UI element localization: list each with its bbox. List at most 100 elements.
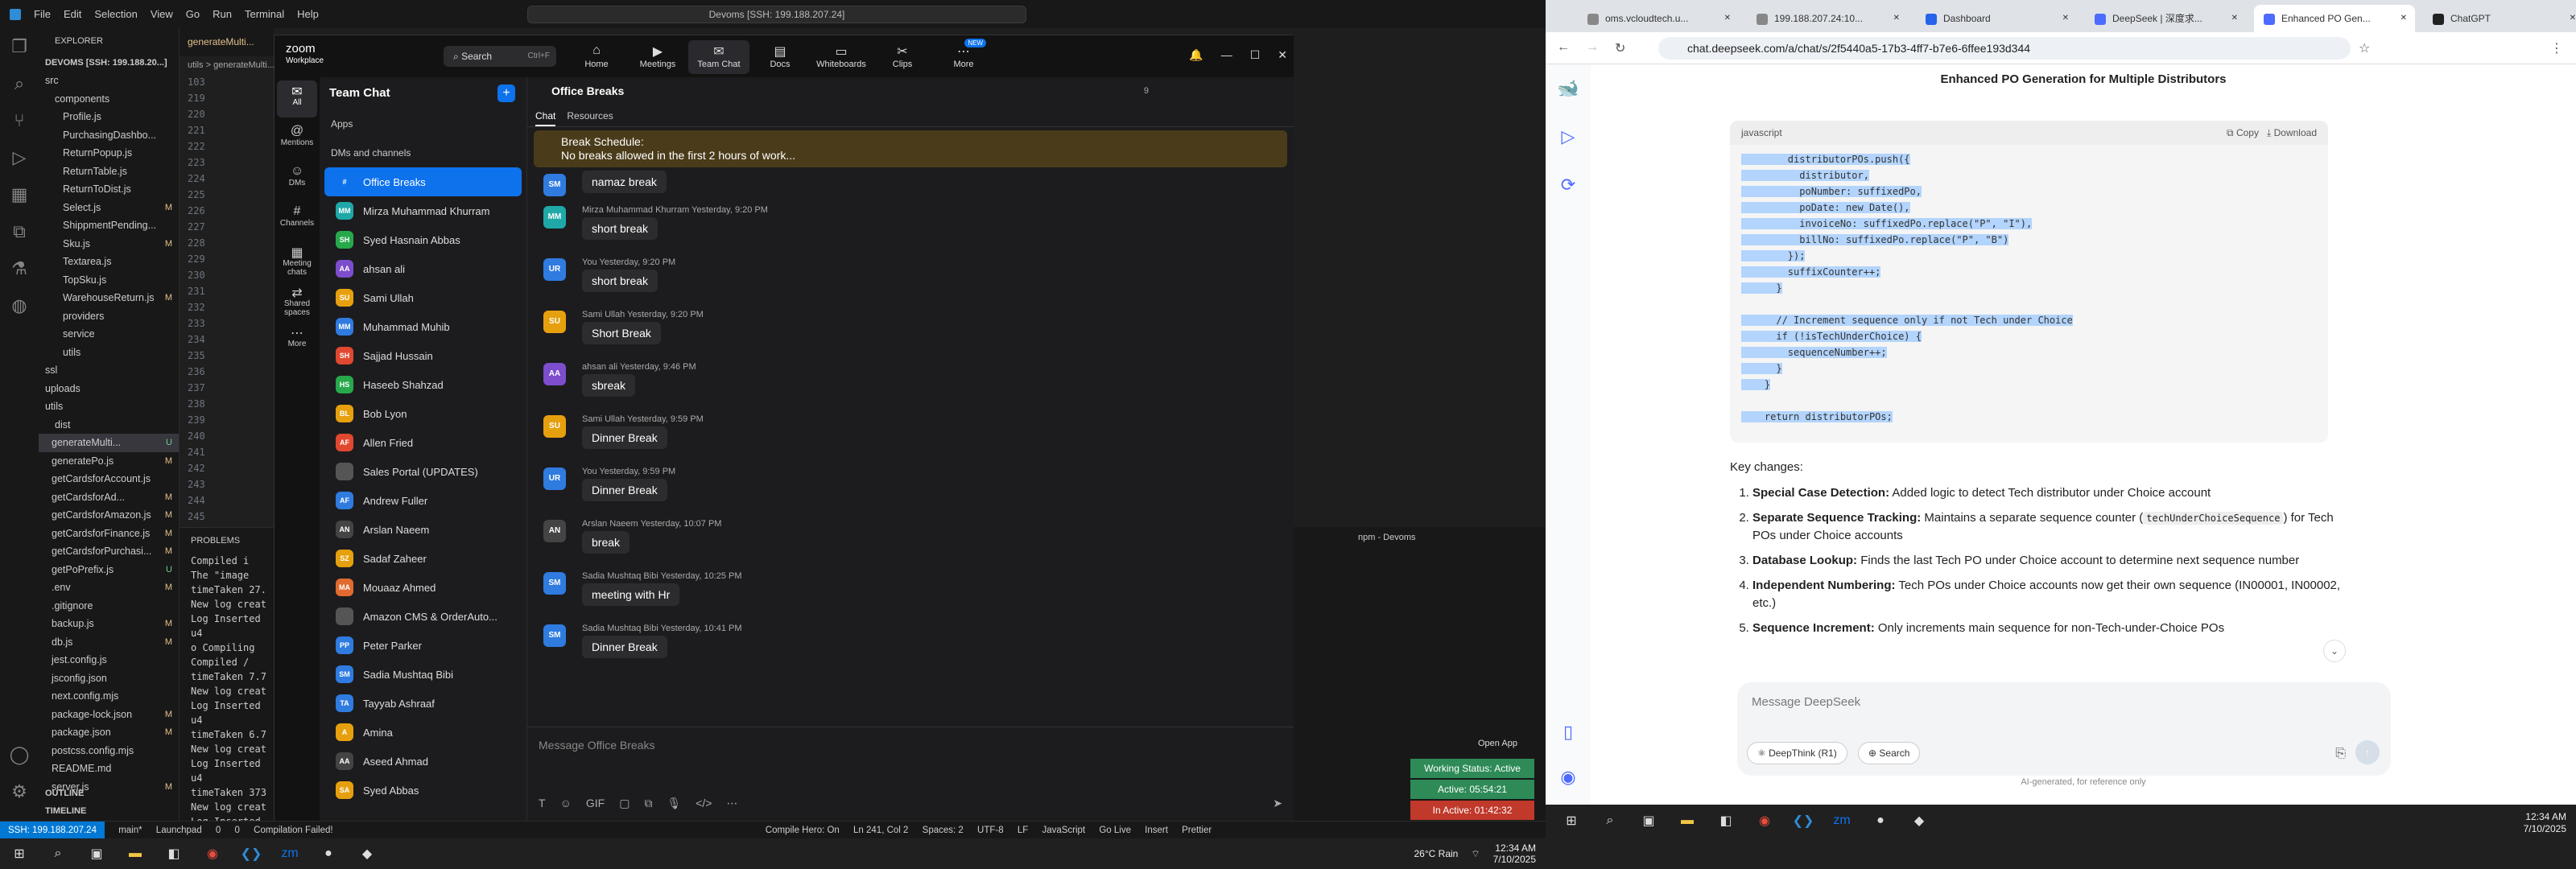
files-icon[interactable]: ❐ (0, 28, 39, 65)
dms-channels-section[interactable]: DMs and channels (320, 138, 526, 167)
contact-item[interactable]: SM Sadia Mushtaq Bibi (324, 660, 522, 689)
open-sidebar-icon[interactable]: ▷ (1546, 113, 1591, 161)
file-tree-item[interactable]: providers (39, 307, 179, 326)
avatar[interactable]: SM (543, 624, 566, 647)
file-tree-item[interactable]: ShippmentPending... (39, 216, 179, 235)
message-bubble[interactable]: sbreak (582, 374, 636, 397)
menu-item-terminal[interactable]: Terminal (245, 8, 284, 20)
clock[interactable]: 12:34 AM 7/10/2025 (1493, 842, 1536, 865)
indentation[interactable]: Spaces: 2 (923, 826, 964, 835)
contact-item[interactable]: Amazon CMS & OrderAuto... (324, 602, 522, 631)
avatar[interactable]: SU (543, 311, 566, 333)
go-live[interactable]: Go Live (1099, 826, 1131, 835)
store-icon[interactable]: ◧ (1710, 808, 1742, 834)
testing-icon[interactable]: ⚗ (0, 250, 39, 287)
warning-count[interactable]: 0 (235, 826, 240, 835)
outline-section[interactable]: OUTLINE (39, 789, 84, 798)
menu-item-view[interactable]: View (151, 8, 173, 20)
launchpad[interactable]: Launchpad (156, 826, 202, 835)
more-icon[interactable]: ⋯ (726, 797, 737, 810)
bookmark-star-icon[interactable]: ☆ (2359, 40, 2370, 56)
gif-icon[interactable]: GIF (586, 797, 605, 810)
format-icon[interactable]: T (539, 797, 546, 810)
rail-dms[interactable]: ☺ DMs (277, 161, 317, 198)
nav-meetings[interactable]: ▶ Meetings (627, 40, 688, 74)
compile-hero[interactable]: Compile Hero: On (766, 826, 840, 835)
nav-clips[interactable]: ✂ Clips (872, 40, 933, 74)
file-tree-item[interactable]: utils (39, 344, 179, 362)
apps-section[interactable]: Apps (320, 109, 526, 138)
vscode-icon[interactable]: ❮❯ (1787, 808, 1819, 834)
menu-item-go[interactable]: Go (186, 8, 200, 20)
rail-shared-spaces[interactable]: ⇄ Shared spaces (277, 282, 317, 319)
file-tree-item[interactable]: .gitignore (39, 597, 179, 616)
file-tree-item[interactable]: components (39, 90, 179, 109)
back-icon[interactable]: ← (1557, 40, 1570, 55)
send-button[interactable]: ↑ (2355, 740, 2380, 764)
search-icon[interactable]: ⌕ (0, 65, 39, 102)
app-icon[interactable]: ● (1864, 808, 1897, 834)
sender-name[interactable]: Sami Ullah (582, 414, 625, 424)
file-tree-item[interactable]: getCardsforAccount.js (39, 470, 179, 488)
chrome-icon[interactable]: ◉ (1748, 808, 1781, 834)
zoom-search-input[interactable]: ⌕ Search Ctrl+F (444, 46, 556, 67)
file-tree-item[interactable]: uploads (39, 380, 179, 398)
weather[interactable]: 26°C Rain (1414, 848, 1459, 859)
rail-more[interactable]: ⋯ More (277, 322, 317, 359)
file-explorer-icon[interactable]: ▬ (1671, 808, 1703, 834)
nav-docs[interactable]: ▤ Docs (749, 40, 811, 74)
rail-all[interactable]: ✉ All (277, 80, 317, 117)
file-tree-item[interactable]: Sku.js M (39, 235, 179, 253)
file-tree-item[interactable]: getCardsforAd... M (39, 488, 179, 507)
command-center[interactable]: Devoms [SSH: 199.188.207.24] (527, 6, 1026, 23)
file-tree-item[interactable]: package-lock.json M (39, 706, 179, 724)
file-tree-item[interactable]: WarehouseReturn.js M (39, 289, 179, 307)
file-tree-item[interactable]: ReturnTable.js (39, 163, 179, 181)
rail-mentions[interactable]: @ Mentions (277, 121, 317, 158)
timeline-section[interactable]: TIMELINE (39, 806, 86, 816)
chrome-menu-icon[interactable]: ⋮ (2550, 40, 2563, 56)
nav-home[interactable]: ⌂ Home (566, 40, 627, 74)
avatar[interactable]: AN (543, 520, 566, 542)
app2-icon[interactable]: ◆ (1903, 808, 1935, 834)
file-tree-item[interactable]: README.md (39, 760, 179, 778)
browser-tab[interactable]: ChatGPT ✕ (2423, 5, 2576, 32)
file-tree-item[interactable]: jsconfig.json (39, 669, 179, 688)
tab-close-icon[interactable]: ✕ (1893, 5, 1900, 32)
file-tree-item[interactable]: getCardsforPurchasi... M (39, 542, 179, 561)
contact-item[interactable]: TA Tayyab Ashraaf (324, 689, 522, 718)
file-tree-item[interactable]: ssl (39, 361, 179, 380)
tab-chat[interactable]: Chat (535, 105, 556, 126)
sender-name[interactable]: Mirza Muhammad Khurram (582, 205, 689, 215)
contact-item[interactable]: PP Peter Parker (324, 631, 522, 660)
error-count[interactable]: 0 (216, 826, 221, 835)
mobile-app-icon[interactable]: ▯ (1546, 708, 1591, 756)
compile-status[interactable]: Compilation Failed! (254, 826, 332, 835)
screenshot-icon[interactable]: ⧉ (644, 797, 652, 810)
message-input[interactable]: Message Office Breaks (527, 727, 1294, 763)
editor-tab[interactable]: generateMulti... (180, 28, 274, 56)
zoom-icon[interactable]: zm (274, 841, 306, 867)
contact-item[interactable]: MM Mirza Muhammad Khurram (324, 196, 522, 225)
clock[interactable]: 12:34 AM 7/10/2025 (2524, 811, 2566, 835)
file-tree-item[interactable]: .env M (39, 579, 179, 597)
file-tree-item[interactable]: service (39, 325, 179, 344)
run-debug-icon[interactable]: ▷ (0, 139, 39, 176)
start-icon[interactable]: ⊞ (1555, 808, 1587, 834)
message-bubble[interactable]: short break (582, 217, 658, 240)
avatar[interactable]: MM (543, 206, 566, 229)
task-view-icon[interactable]: ▣ (80, 841, 113, 867)
tab-close-icon[interactable]: ✕ (2401, 5, 2407, 32)
zoom-icon[interactable]: zm (1826, 808, 1858, 834)
git-branch[interactable]: main* (118, 826, 142, 835)
close-icon[interactable]: ✕ (1278, 48, 1287, 62)
source-control-icon[interactable]: ⑂ (0, 102, 39, 139)
contact-item[interactable]: AF Allen Fried (324, 428, 522, 457)
chrome-icon[interactable]: ◉ (196, 841, 229, 867)
file-tree-item[interactable]: getPoPrefix.js U (39, 561, 179, 579)
scroll-down-icon[interactable]: ⌄ (2323, 640, 2346, 662)
message-bubble[interactable]: short break (582, 270, 658, 292)
browser-tab[interactable]: 199.188.207.24:10... ✕ (1747, 5, 1908, 32)
deepseek-logo-icon[interactable]: 🐋 (1546, 64, 1591, 113)
message-bubble[interactable]: Dinner Break (582, 426, 667, 449)
